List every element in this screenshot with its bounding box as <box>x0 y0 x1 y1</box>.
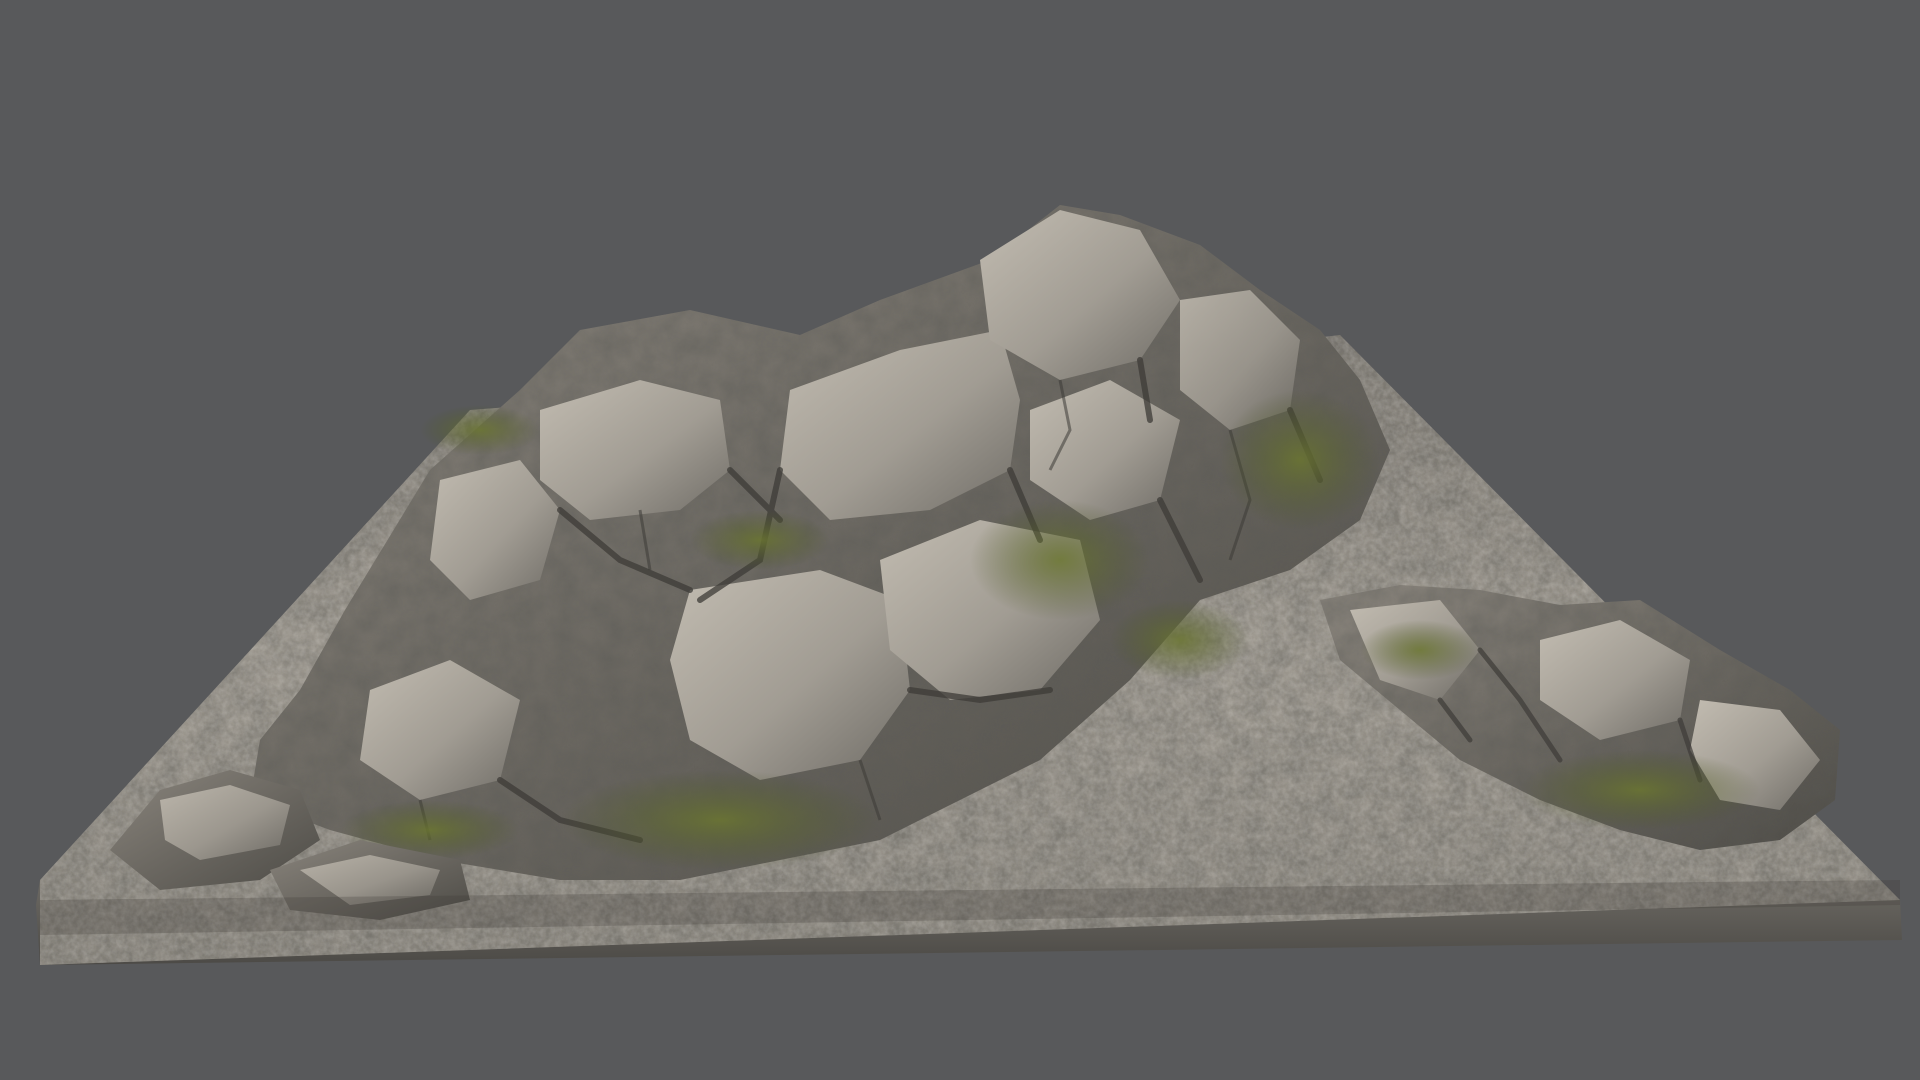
3d-viewport[interactable] <box>0 0 1920 1080</box>
rock-terrain-render <box>36 205 1902 965</box>
